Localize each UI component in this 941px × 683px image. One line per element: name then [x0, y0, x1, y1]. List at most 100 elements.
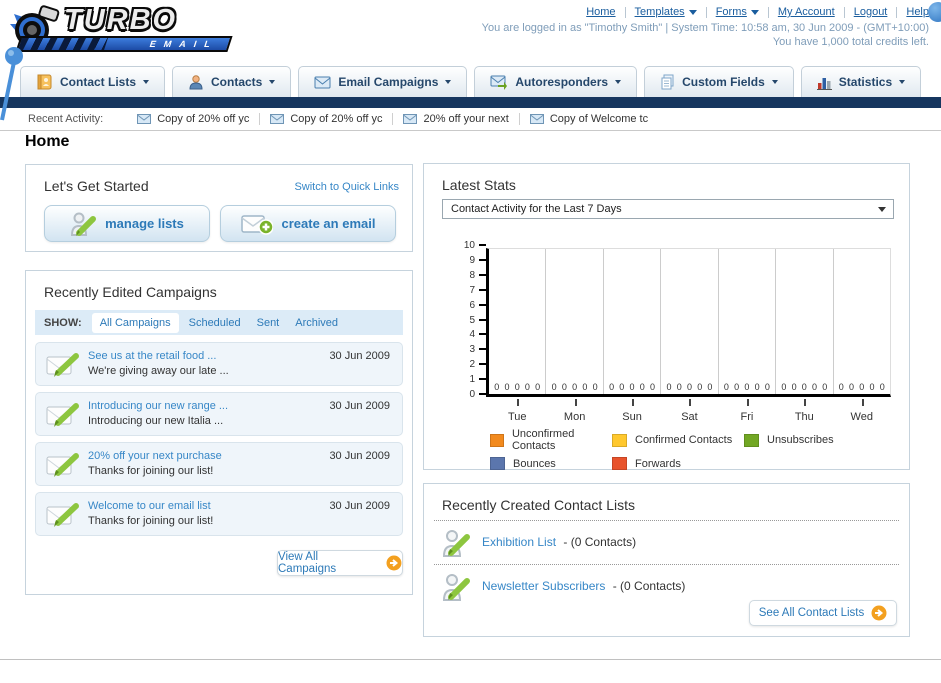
nav-link-templates-label: Templates — [634, 6, 685, 18]
tab-statistics[interactable]: Statistics — [800, 66, 922, 97]
campaign-date: 30 Jun 2009 — [329, 350, 390, 362]
nav-link-logout[interactable]: Logout — [854, 6, 888, 18]
tab-autoresponders[interactable]: Autoresponders — [474, 66, 638, 97]
x-axis-tick — [632, 399, 635, 406]
app-logo[interactable]: TURBO EMAIL — [8, 4, 248, 56]
chevron-down-icon — [445, 80, 452, 84]
nav-link-help[interactable]: Help — [906, 6, 929, 18]
x-axis-tick — [746, 399, 749, 406]
legend-item: Forwards — [612, 457, 744, 470]
envelope-icon — [137, 114, 152, 124]
switch-quick-links-link[interactable]: Switch to Quick Links — [294, 181, 399, 193]
y-axis-tick — [479, 318, 486, 321]
value-label: 0 — [869, 382, 875, 392]
contact-list-count: - (0 Contacts) — [563, 535, 637, 549]
value-label: 0 — [524, 382, 530, 392]
contact-list-item[interactable]: Exhibition List - (0 Contacts) — [442, 526, 891, 562]
y-axis-label: 7 — [469, 284, 475, 296]
nav-separator — [705, 6, 707, 18]
nav-link-forms-label: Forms — [715, 6, 747, 18]
manage-lists-button[interactable]: manage lists — [44, 205, 210, 242]
dotted-divider — [434, 564, 899, 565]
filter-sent[interactable]: Sent — [257, 317, 280, 329]
tab-label: Autoresponders — [515, 75, 609, 89]
recent-activity-item[interactable]: Copy of Welcome tc — [518, 113, 658, 125]
filter-all-campaigns[interactable]: All Campaigns — [91, 312, 179, 333]
legend-swatch — [612, 433, 627, 447]
legend-swatch — [490, 433, 504, 447]
campaign-title-link[interactable]: Introducing our new range ... — [88, 400, 228, 412]
legend-label: Confirmed Contacts — [635, 434, 733, 446]
value-label: 0 — [572, 382, 578, 392]
value-labels: 00000 — [661, 382, 717, 392]
legend-swatch — [744, 433, 759, 447]
get-started-panel: Let's Get Started Switch to Quick Links … — [25, 164, 413, 252]
contact-list-link[interactable]: Newsletter Subscribers — [482, 579, 605, 593]
campaign-date: 30 Jun 2009 — [329, 500, 390, 512]
envelope-pencil-icon — [46, 353, 79, 377]
nav-link-my-account[interactable]: My Account — [778, 6, 835, 18]
chart-day-group: 0 0 0 0 0 Thu — [775, 249, 832, 423]
documents-icon — [661, 74, 674, 90]
campaign-title-link[interactable]: Welcome to our email list — [88, 500, 211, 512]
create-email-button[interactable]: create an email — [220, 205, 396, 242]
value-label: 0 — [707, 382, 713, 392]
envelope-icon — [403, 114, 418, 124]
nav-link-home[interactable]: Home — [586, 6, 615, 18]
stats-period-select[interactable]: Contact Activity for the Last 7 Days — [442, 199, 894, 219]
value-label: 0 — [848, 382, 854, 392]
tab-label: Statistics — [838, 75, 893, 89]
credits-text: You have 1,000 total credits left. — [772, 36, 929, 48]
chart-day-group: 0 0 0 0 0 Fri — [717, 249, 775, 423]
nav-link-templates[interactable]: Templates — [635, 6, 697, 18]
get-started-title: Let's Get Started — [44, 178, 149, 194]
filter-scheduled[interactable]: Scheduled — [189, 317, 241, 329]
contact-list-link[interactable]: Exhibition List — [482, 535, 556, 549]
chart-day-group: 0 0 0 0 0 Sat — [660, 249, 717, 423]
value-label: 0 — [592, 382, 598, 392]
recent-activity-bar: Recent Activity: Copy of 20% off yc Copy… — [0, 108, 941, 131]
tab-contacts[interactable]: Contacts — [172, 66, 292, 97]
see-all-contact-lists-button[interactable]: See All Contact Lists — [749, 600, 897, 626]
chart-day-group: 0 0 0 0 0 Tue — [489, 249, 545, 423]
navy-divider-bar — [0, 97, 941, 108]
chart-legend: Unconfirmed Contacts Confirmed Contacts Un… — [490, 428, 834, 470]
chevron-down-icon — [771, 80, 778, 84]
y-axis-tick — [479, 378, 486, 381]
recent-activity-text: Copy of Welcome tc — [549, 113, 649, 125]
x-axis-tick — [517, 399, 520, 406]
value-label: 0 — [639, 382, 645, 392]
campaign-row[interactable]: Welcome to our email list Thanks for joi… — [35, 492, 403, 536]
person-pencil-icon — [442, 574, 470, 601]
view-all-campaigns-button[interactable]: View All Campaigns — [277, 550, 403, 576]
tab-contact-lists[interactable]: Contact Lists — [20, 66, 166, 97]
nav-link-forms[interactable]: Forms — [716, 6, 759, 18]
campaign-row[interactable]: Introducing our new range ... Introducin… — [35, 392, 403, 436]
chevron-down-icon — [615, 80, 622, 84]
campaign-title-link[interactable]: 20% off your next purchase — [88, 450, 222, 462]
value-label: 0 — [723, 382, 729, 392]
value-label: 0 — [744, 382, 750, 392]
legend-item: Confirmed Contacts — [612, 428, 744, 452]
y-axis-tick — [479, 333, 486, 336]
filter-archived[interactable]: Archived — [295, 317, 338, 329]
campaign-subtitle: Thanks for joining our list! — [88, 465, 214, 477]
legend-swatch — [490, 457, 505, 470]
contact-list-count: - (0 Contacts) — [612, 579, 686, 593]
campaign-row[interactable]: 20% off your next purchase Thanks for jo… — [35, 442, 403, 486]
campaign-row[interactable]: See us at the retail food ... We're givi… — [35, 342, 403, 386]
y-axis-tick — [479, 273, 486, 276]
value-label: 0 — [535, 382, 541, 392]
tab-email-campaigns[interactable]: Email Campaigns — [298, 66, 468, 97]
recent-activity-item[interactable]: 20% off your next — [392, 113, 518, 125]
campaign-title-link[interactable]: See us at the retail food ... — [88, 350, 216, 362]
y-axis-tick — [479, 363, 486, 366]
tab-custom-fields[interactable]: Custom Fields — [644, 66, 794, 97]
value-label: 0 — [801, 382, 807, 392]
y-axis-label: 0 — [469, 389, 475, 400]
recent-activity-item[interactable]: Copy of 20% off yc — [127, 113, 259, 125]
nav-separator — [624, 6, 626, 18]
envelope-plus-icon — [240, 214, 273, 235]
recent-activity-item[interactable]: Copy of 20% off yc — [259, 113, 392, 125]
see-all-contact-lists-label: See All Contact Lists — [758, 607, 865, 619]
